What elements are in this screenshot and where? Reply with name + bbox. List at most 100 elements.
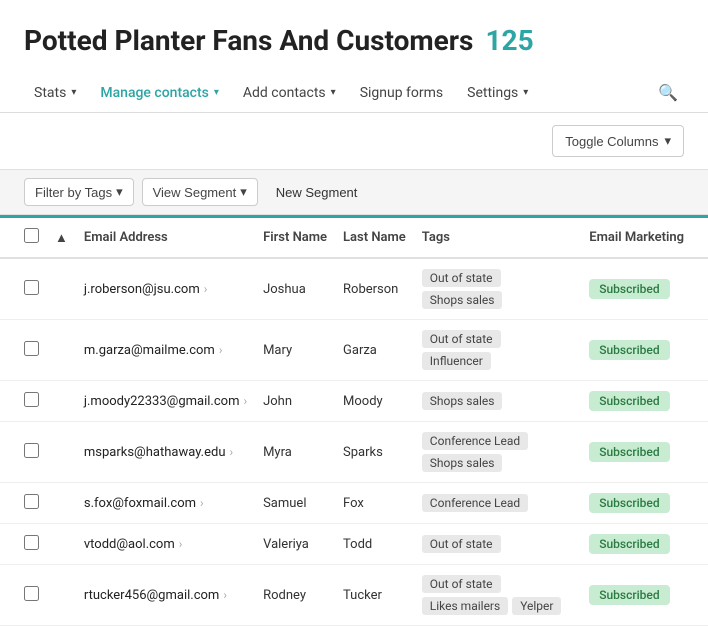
toolbar: Toggle Columns ▾	[0, 113, 708, 169]
email-expand-icon[interactable]: ›	[179, 537, 183, 551]
tag[interactable]: Shops sales	[422, 454, 503, 472]
nav-item-settings[interactable]: Settings ▾	[457, 75, 538, 111]
nav-item-signup-forms[interactable]: Signup forms	[350, 75, 453, 111]
email-cell: j.moody22333@gmail.com›	[76, 381, 255, 422]
tag[interactable]: Out of state	[422, 330, 501, 348]
email-marketing-cell: Subscribed	[581, 422, 708, 483]
table-row: s.fox@foxmail.com›SamuelFoxConference Le…	[0, 483, 708, 524]
table-row: m.garza@mailme.com›MaryGarzaOut of state…	[0, 320, 708, 381]
first-name-header: First Name	[255, 218, 335, 258]
email-marketing-cell: Subscribed	[581, 258, 708, 320]
toggle-columns-button[interactable]: Toggle Columns ▾	[552, 125, 684, 157]
row-checkbox-cell	[0, 565, 47, 626]
row-checkbox[interactable]	[24, 392, 39, 407]
tag[interactable]: Out of state	[422, 575, 501, 593]
row-expand-cell	[47, 320, 76, 381]
email-expand-icon[interactable]: ›	[200, 496, 204, 510]
email-expand-icon[interactable]: ›	[243, 394, 247, 408]
last-name-cell: Garza	[335, 320, 414, 381]
nav-bar: Stats ▾ Manage contacts ▾ Add contacts ▾…	[0, 73, 708, 113]
chevron-down-icon: ▾	[71, 87, 76, 98]
tag[interactable]: Conference Lead	[422, 494, 528, 512]
table-row: vtodd@aol.com › ValeriyaTodd Out of state Su…	[0, 524, 708, 565]
first-name-cell: Myra	[255, 422, 335, 483]
tags-header: Tags	[414, 218, 581, 258]
tags-cell: Out of state Influencer	[414, 320, 581, 381]
search-icon[interactable]: 🔍	[652, 73, 684, 112]
tag[interactable]: Shops sales	[422, 291, 503, 309]
email-cell: j.roberson@jsu.com ›	[76, 258, 255, 320]
view-segment-button[interactable]: View Segment ▾	[142, 178, 258, 206]
email-address[interactable]: j.roberson@jsu.com	[84, 282, 200, 297]
email-expand-icon[interactable]: ›	[204, 282, 208, 296]
row-checkbox-cell	[0, 320, 47, 381]
first-name-cell: Joshua	[255, 258, 335, 320]
tag[interactable]: Out of state	[422, 535, 501, 553]
email-address[interactable]: msparks@hathaway.edu	[84, 445, 226, 460]
table-row: rtucker456@gmail.com›RodneyTuckerOut of …	[0, 565, 708, 626]
email-address[interactable]: m.garza@mailme.com	[84, 343, 215, 358]
first-name-cell: Rodney	[255, 565, 335, 626]
row-checkbox-cell	[0, 381, 47, 422]
nav-item-stats[interactable]: Stats ▾	[24, 75, 86, 111]
chevron-down-icon: ▾	[664, 133, 671, 149]
subscribed-badge: Subscribed	[589, 585, 669, 605]
tag[interactable]: Conference Lead	[422, 432, 528, 450]
row-checkbox[interactable]	[24, 443, 39, 458]
last-name-cell: Roberson	[335, 258, 414, 320]
first-name-cell: Valeriya	[255, 524, 335, 565]
first-name-cell: Mary	[255, 320, 335, 381]
row-checkbox-cell	[0, 422, 47, 483]
page-title: Potted Planter Fans And Customers	[24, 24, 473, 57]
email-cell: rtucker456@gmail.com ›	[76, 565, 255, 626]
last-name-cell: Moody	[335, 381, 414, 422]
row-checkbox[interactable]	[24, 280, 39, 295]
email-expand-icon[interactable]: ›	[223, 588, 227, 602]
tags-cell: Conference Lead	[414, 483, 581, 524]
email-cell: s.fox@foxmail.com ›	[76, 483, 255, 524]
nav-item-add-contacts[interactable]: Add contacts ▾	[233, 75, 346, 111]
select-all-checkbox[interactable]	[24, 228, 39, 243]
email-address[interactable]: rtucker456@gmail.com	[84, 588, 219, 603]
row-expand-cell	[47, 258, 76, 320]
row-checkbox-cell	[0, 483, 47, 524]
tag[interactable]: Likes mailers	[422, 597, 508, 615]
tag[interactable]: Influencer	[422, 352, 491, 370]
filter-bar: Filter by Tags ▾ View Segment ▾ New Segm…	[0, 169, 708, 215]
row-expand-cell	[47, 524, 76, 565]
row-checkbox[interactable]	[24, 341, 39, 356]
email-marketing-cell: Subscribed	[581, 381, 708, 422]
filter-by-tags-button[interactable]: Filter by Tags ▾	[24, 178, 134, 206]
tags-cell: Shops sales	[414, 381, 581, 422]
table-row: j.moody22333@gmail.com›JohnMoodyShops sa…	[0, 381, 708, 422]
row-checkbox-cell	[0, 258, 47, 320]
sort-header[interactable]: ▲	[47, 218, 76, 258]
subscribed-badge: Subscribed	[589, 534, 669, 554]
tags-cell: Out of state Likes mailersYelper	[414, 565, 581, 626]
tag[interactable]: Yelper	[512, 597, 561, 615]
email-expand-icon[interactable]: ›	[230, 445, 234, 459]
last-name-header: Last Name	[335, 218, 414, 258]
tag[interactable]: Shops sales	[422, 392, 503, 410]
email-address[interactable]: vtodd@aol.com	[84, 537, 175, 552]
chevron-down-icon: ▾	[331, 87, 336, 98]
first-name-cell: John	[255, 381, 335, 422]
email-expand-icon[interactable]: ›	[219, 343, 223, 357]
checkbox-header	[0, 218, 47, 258]
last-name-cell: Tucker	[335, 565, 414, 626]
contacts-table: ▲ Email Address First Name Last Name Tag…	[0, 218, 708, 626]
subscribed-badge: Subscribed	[589, 442, 669, 462]
row-checkbox[interactable]	[24, 535, 39, 550]
row-expand-cell	[47, 422, 76, 483]
row-checkbox[interactable]	[24, 494, 39, 509]
email-cell: msparks@hathaway.edu ›	[76, 422, 255, 483]
tag[interactable]: Out of state	[422, 269, 501, 287]
table-row: msparks@hathaway.edu›MyraSparksConferenc…	[0, 422, 708, 483]
email-address[interactable]: s.fox@foxmail.com	[84, 496, 196, 511]
nav-item-manage-contacts[interactable]: Manage contacts ▾	[90, 75, 229, 111]
new-segment-button[interactable]: New Segment	[266, 180, 368, 205]
row-checkbox[interactable]	[24, 586, 39, 601]
email-address[interactable]: j.moody22333@gmail.com	[84, 394, 240, 409]
last-name-cell: Todd	[335, 524, 414, 565]
tags-cell: Conference Lead Shops sales	[414, 422, 581, 483]
